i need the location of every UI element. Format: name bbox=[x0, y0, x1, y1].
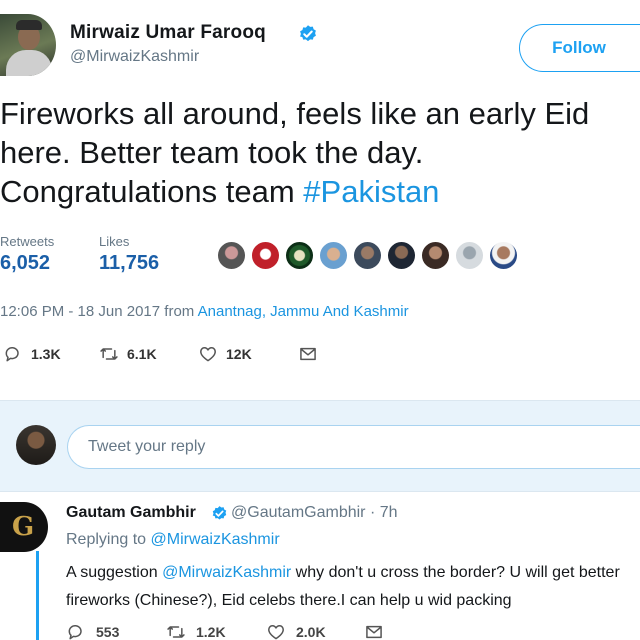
reply-tweet: G Gautam Gambhir @GautamGambhir · 7h Rep… bbox=[0, 493, 640, 640]
tweet-text-line-3: Congratulations team #Pakistan bbox=[0, 172, 640, 211]
verified-badge-icon bbox=[300, 25, 316, 42]
like-count: 12K bbox=[226, 346, 252, 362]
heart-icon bbox=[200, 347, 216, 362]
reply-retweet-count: 1.2K bbox=[196, 624, 226, 640]
liker-avatar[interactable] bbox=[454, 240, 485, 271]
tweet-text-line-1: Fireworks all around, feels like an earl… bbox=[0, 96, 590, 131]
author-name[interactable]: Mirwaiz Umar Farooq bbox=[70, 22, 266, 44]
reply-text-line-1: A suggestion @MirwaizKashmir why don't u… bbox=[66, 559, 640, 587]
replying-to: Replying to @MirwaizKashmir bbox=[66, 531, 280, 549]
current-user-avatar[interactable] bbox=[16, 425, 56, 465]
retweets-count[interactable]: 6,052 bbox=[0, 252, 50, 275]
reply-text-line-2: fireworks (Chinese?), Eid celebs there.I… bbox=[66, 592, 512, 609]
from-label: from bbox=[164, 303, 195, 320]
reply-count: 1.3K bbox=[31, 346, 61, 362]
liker-avatar[interactable] bbox=[284, 240, 315, 271]
reply-reply-count: 553 bbox=[96, 624, 120, 640]
likes-count[interactable]: 11,756 bbox=[99, 252, 159, 275]
envelope-icon bbox=[366, 625, 382, 639]
liker-avatar[interactable] bbox=[420, 240, 451, 271]
liker-avatar[interactable] bbox=[250, 240, 281, 271]
heart-icon bbox=[268, 625, 284, 640]
reply-mention-link[interactable]: @MirwaizKashmir bbox=[162, 564, 291, 581]
reply-author-name[interactable]: Gautam Gambhir bbox=[66, 504, 196, 522]
tweet-time[interactable]: 12:06 PM - 18 Jun 2017 bbox=[0, 303, 160, 320]
reply-input[interactable]: Tweet your reply bbox=[67, 425, 640, 469]
tweet-timestamp: 12:06 PM - 18 Jun 2017 from Anantnag, Ja… bbox=[0, 303, 409, 320]
tweet-text: Fireworks all around, feels like an earl… bbox=[0, 94, 640, 211]
liker-avatar[interactable] bbox=[318, 240, 349, 271]
reply-button[interactable]: 1.3K bbox=[3, 341, 61, 367]
tweet-text-line-2: here. Better team took the day. bbox=[0, 135, 424, 170]
reply-icon bbox=[5, 347, 19, 362]
liker-avatar[interactable] bbox=[488, 240, 519, 271]
thread-line bbox=[36, 551, 39, 640]
reply-composer: Tweet your reply bbox=[0, 400, 640, 492]
reply-like-count: 2.0K bbox=[296, 624, 326, 640]
replying-to-mention[interactable]: @MirwaizKashmir bbox=[151, 531, 280, 548]
reply-message-button[interactable] bbox=[364, 622, 384, 640]
reply-text-prefix: A suggestion bbox=[66, 564, 163, 581]
retweet-icon bbox=[100, 348, 118, 360]
hashtag-link[interactable]: #Pakistan bbox=[303, 174, 439, 209]
reply-author-handle-time[interactable]: @GautamGambhir · 7h bbox=[231, 504, 398, 522]
tweet-header: Mirwaiz Umar Farooq @MirwaizKashmir Foll… bbox=[0, 0, 640, 90]
reply-reply-button[interactable]: 553 bbox=[66, 622, 119, 640]
retweet-icon bbox=[167, 626, 185, 638]
reply-like-button[interactable]: 2.0K bbox=[266, 622, 326, 640]
envelope-icon bbox=[300, 347, 316, 361]
retweets-label[interactable]: Retweets bbox=[0, 234, 54, 249]
reply-text: A suggestion @MirwaizKashmir why don't u… bbox=[66, 559, 640, 615]
liker-avatar[interactable] bbox=[352, 240, 383, 271]
message-button[interactable] bbox=[298, 341, 318, 367]
tweet-text-line-3-prefix: Congratulations team bbox=[0, 174, 304, 209]
location-link[interactable]: Anantnag, Jammu And Kashmir bbox=[198, 303, 409, 320]
verified-badge-icon bbox=[212, 506, 227, 520]
liker-avatar[interactable] bbox=[386, 240, 417, 271]
author-avatar[interactable] bbox=[0, 14, 56, 76]
likes-label[interactable]: Likes bbox=[99, 234, 129, 249]
reply-author-avatar[interactable]: G bbox=[0, 502, 48, 552]
replying-to-label: Replying to bbox=[66, 531, 147, 548]
reply-text-suffix: why don't u cross the border? U will get… bbox=[291, 564, 620, 581]
retweet-button[interactable]: 6.1K bbox=[99, 341, 157, 367]
liker-avatar[interactable] bbox=[216, 240, 247, 271]
author-handle[interactable]: @MirwaizKashmir bbox=[70, 48, 199, 66]
like-button[interactable]: 12K bbox=[198, 341, 252, 367]
follow-button[interactable]: Follow bbox=[519, 24, 640, 72]
reply-icon bbox=[68, 625, 82, 640]
reply-retweet-button[interactable]: 1.2K bbox=[166, 622, 226, 640]
retweet-count: 6.1K bbox=[127, 346, 157, 362]
